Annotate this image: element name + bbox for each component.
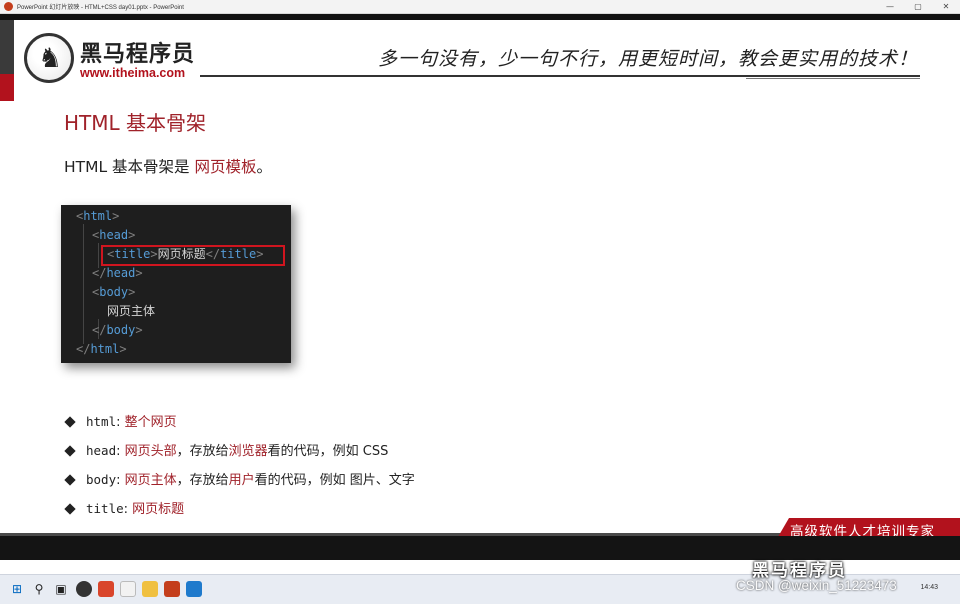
slide[interactable]: ♞ 黑马程序员 www.itheima.com 多一句没有，少一句不行，用更短时… [0, 20, 960, 560]
code-line-head-close: </head> [92, 266, 143, 280]
header-divider-thin [746, 78, 920, 79]
intro-highlight: 网页模板 [194, 158, 257, 176]
code-line-head-open: <head> [92, 228, 136, 242]
code-line-html-close: </html> [76, 342, 127, 356]
intro-prefix: HTML 基本骨架是 [64, 158, 195, 176]
search-icon[interactable]: ⚲ [30, 579, 48, 599]
minimize-button[interactable]: — [876, 0, 904, 14]
intro-suffix: 。 [256, 158, 273, 176]
typora-icon[interactable] [120, 581, 136, 597]
logo-url: www.itheima.com [80, 66, 186, 80]
code-line-html-open: <html> [76, 209, 120, 223]
vscode-icon[interactable] [186, 581, 202, 597]
diamond-bullet-icon [64, 445, 76, 457]
powerpoint-icon[interactable] [164, 581, 180, 597]
indent-guide [83, 224, 84, 344]
header-slogan: 多一句没有，少一句不行，用更短时间，教会更实用的技术！ [377, 48, 918, 70]
diamond-bullet-icon [64, 503, 76, 515]
brand-logo: ♞ 黑马程序员 www.itheima.com [24, 33, 204, 95]
left-accent-dark [0, 20, 14, 74]
header-divider [200, 75, 920, 77]
window-controls: — ▢ ✕ [876, 0, 960, 14]
powerpoint-icon [4, 2, 13, 11]
close-button[interactable]: ✕ [932, 0, 960, 14]
left-accent-red [0, 74, 14, 101]
windows-start-icon[interactable]: ⊞ [8, 579, 26, 599]
chrome-icon[interactable] [76, 581, 92, 597]
diamond-bullet-icon [64, 416, 76, 428]
system-clock: 14:43 [920, 584, 938, 591]
window-title-bar: PowerPoint 幻灯片放映 - HTML+CSS day01.pptx -… [0, 0, 960, 14]
title-highlight-box [101, 245, 285, 266]
slide-heading: HTML 基本骨架 [64, 111, 207, 135]
horse-logo-icon: ♞ [24, 33, 74, 83]
intro-text: HTML 基本骨架是 网页模板。 [64, 155, 272, 177]
diamond-bullet-icon [64, 474, 76, 486]
task-view-icon[interactable]: ▣ [52, 579, 70, 599]
code-line-body-content: 网页主体 [107, 304, 156, 318]
csdn-watermark: CSDN @weixin_51223473 [736, 578, 897, 593]
code-line-body-open: <body> [92, 285, 136, 299]
logo-name: 黑马程序员 [80, 42, 196, 67]
window-title: PowerPoint 幻灯片放映 - HTML+CSS day01.pptx -… [17, 5, 184, 11]
code-line-body-close: </body> [92, 323, 143, 337]
xmind-icon[interactable] [98, 581, 114, 597]
maximize-button[interactable]: ▢ [904, 0, 932, 14]
code-block: <html> <head> <title>网页标题</title> </head… [61, 205, 291, 363]
file-explorer-icon[interactable] [142, 581, 158, 597]
